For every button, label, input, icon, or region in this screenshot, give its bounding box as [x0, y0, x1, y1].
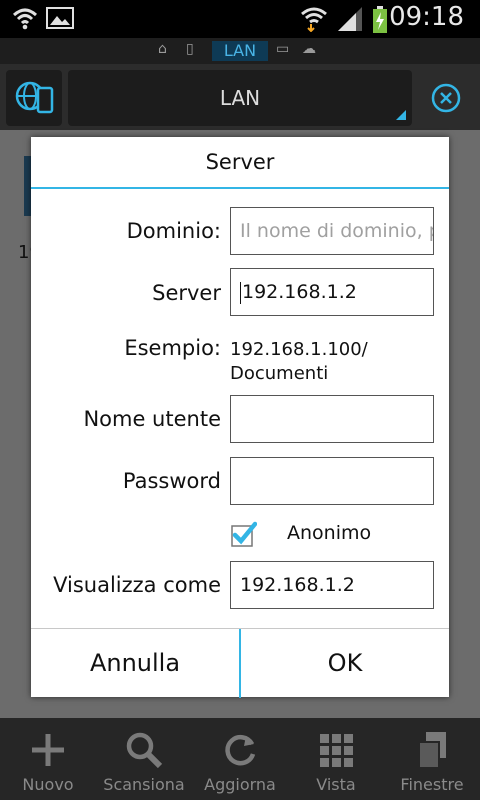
- domain-input[interactable]: Il nome di dominio, p: [230, 207, 434, 255]
- network-globe-icon: [15, 81, 54, 114]
- anonymous-checkbox[interactable]: [231, 521, 257, 547]
- username-label: Nome utente: [83, 407, 221, 431]
- gallery-icon: [46, 7, 74, 29]
- wifi-transfer-icon: [301, 7, 327, 32]
- domain-label: Dominio:: [126, 219, 221, 243]
- location-strip: ⌂ ▯ LAN ▭ ☁: [0, 38, 480, 64]
- example-text: 192.168.1.100/ Documenti: [230, 338, 368, 386]
- plus-icon: [32, 734, 64, 766]
- computer-location-icon[interactable]: ▭: [276, 41, 289, 57]
- refresh-button[interactable]: Aggiorna: [192, 718, 288, 800]
- server-input[interactable]: 192.168.1.2: [230, 268, 434, 316]
- battery-icon: [373, 6, 387, 33]
- signal-icon: [338, 7, 362, 31]
- text-cursor: [240, 281, 241, 304]
- dialog-button-bar: Annulla OK: [31, 628, 449, 698]
- server-input-value: 192.168.1.2: [242, 281, 357, 303]
- ok-button[interactable]: OK: [241, 629, 449, 698]
- view-label: Vista: [316, 775, 356, 794]
- dropdown-corner-icon: [396, 110, 406, 120]
- title-divider: [31, 187, 449, 189]
- lan-location-tab[interactable]: LAN: [212, 41, 268, 61]
- bottom-bar: Nuovo Scansiona Aggiorna Vista Finestre: [0, 718, 480, 800]
- device-location-icon[interactable]: ▯: [186, 41, 194, 57]
- server-dialog: Server Dominio: Il nome di dominio, p Se…: [31, 137, 449, 698]
- lan-tab-label: LAN: [223, 41, 257, 60]
- display-as-label: Visualizza come: [53, 573, 221, 597]
- example-label: Esempio:: [124, 336, 221, 360]
- status-bar: 09:18: [0, 0, 480, 38]
- windows-stack-icon: [418, 732, 446, 769]
- anonymous-label: Anonimo: [287, 522, 372, 544]
- refresh-label: Aggiorna: [204, 775, 276, 794]
- windows-label: Finestre: [400, 775, 464, 794]
- dialog-title: Server: [205, 150, 275, 174]
- toolbar-title: LAN: [219, 86, 261, 110]
- new-button[interactable]: Nuovo: [0, 718, 96, 800]
- example-line-1: 192.168.1.100/: [230, 339, 368, 360]
- clock: 09:18: [389, 2, 464, 32]
- windows-button[interactable]: Finestre: [384, 718, 480, 800]
- example-line-2: Documenti: [230, 363, 329, 384]
- refresh-icon: [225, 734, 256, 766]
- location-dropdown[interactable]: LAN: [68, 70, 412, 126]
- view-button[interactable]: Vista: [288, 718, 384, 800]
- grid-icon: [320, 734, 353, 767]
- home-location-icon[interactable]: ⌂: [158, 41, 167, 57]
- close-icon[interactable]: [430, 82, 462, 114]
- cloud-location-icon[interactable]: ☁: [302, 41, 316, 57]
- cancel-button[interactable]: Annulla: [31, 629, 239, 698]
- password-input[interactable]: [230, 457, 434, 505]
- toolbar: LAN: [0, 64, 480, 130]
- username-input[interactable]: [230, 395, 434, 443]
- network-button[interactable]: [6, 70, 62, 126]
- new-label: Nuovo: [22, 775, 74, 794]
- scan-button[interactable]: Scansiona: [96, 718, 192, 800]
- search-icon: [126, 732, 163, 769]
- wifi-icon: [12, 8, 38, 30]
- password-label: Password: [122, 469, 221, 493]
- scan-label: Scansiona: [103, 775, 185, 794]
- display-as-input[interactable]: 192.168.1.2: [230, 561, 434, 609]
- server-label: Server: [152, 281, 221, 305]
